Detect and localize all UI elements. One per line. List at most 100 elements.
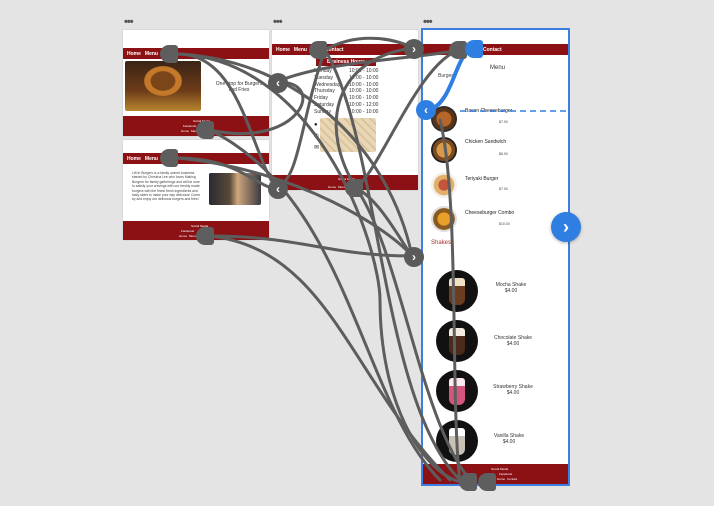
navbar: Home Menu	[123, 48, 269, 59]
shake-price: $4.00	[506, 341, 520, 347]
connector-handle[interactable]	[309, 41, 327, 59]
day: Tuesday	[314, 74, 333, 81]
navbar: Home Menu Contact	[272, 44, 418, 55]
connector-handle[interactable]	[345, 179, 363, 197]
item-name: Bacon Cheeseburger	[465, 108, 513, 114]
time: 10:00 - 10:00	[349, 74, 379, 81]
footer-facebook[interactable]: Facebook	[183, 124, 196, 128]
day: Friday	[314, 95, 328, 102]
day: Sunday	[314, 108, 331, 115]
nav-menu[interactable]: Menu	[145, 51, 158, 57]
item-price: $7.00	[499, 187, 508, 191]
nav-home[interactable]: Home	[127, 156, 141, 162]
wire	[208, 234, 452, 482]
nav-contact[interactable]: Contact	[325, 47, 344, 53]
hours-banner: Business Hours	[316, 58, 376, 66]
menu-item[interactable]: Bacon Cheeseburger $7.00	[423, 106, 568, 134]
strawberry-shake-image	[436, 370, 478, 412]
hours-days: Monday Tuesday Wednesday Thursday Friday…	[314, 68, 340, 116]
artboard-handle-home[interactable]: •••	[124, 17, 134, 28]
day: Thursday	[314, 88, 335, 95]
item-name: Chicken Sandwich	[465, 139, 507, 145]
artboard-home[interactable]: Home Menu One stop for Burgers and Fries…	[123, 30, 269, 136]
time: 10:00 - 10:00	[349, 68, 379, 74]
shake-item[interactable]: Mocha Shake $4.00	[423, 268, 568, 314]
shake-item[interactable]: Strawberry Shake $4.00	[423, 368, 568, 414]
artboard-about[interactable]: Home Menu Lift In Burgers is a family ow…	[123, 140, 269, 240]
shake-price: $4.00	[506, 390, 520, 396]
artboard-contact[interactable]: Home Menu Contact Business Hours Monday …	[272, 30, 418, 190]
connector-handle[interactable]	[160, 45, 178, 63]
nav-contact[interactable]: Contact	[483, 47, 502, 53]
phone-icon: ✆	[314, 134, 320, 140]
cheeseburger-combo-image	[431, 206, 457, 232]
shake-item[interactable]: Chocolate Shake $4.00	[423, 318, 568, 364]
nav-home[interactable]: Home	[276, 47, 290, 53]
footer-contact[interactable]: Contact	[507, 477, 517, 481]
wire	[354, 186, 414, 258]
shake-price: $4.00	[504, 288, 518, 294]
time: 10:00 - 10:00	[349, 95, 379, 102]
item-name: Teriyaki Burger	[465, 176, 499, 182]
tagline: One stop for Burgers and Fries	[215, 81, 263, 93]
mocha-shake-image	[436, 270, 478, 312]
chevron-right-icon[interactable]: ›	[404, 247, 424, 267]
mail-icon: ✉	[314, 145, 320, 151]
connector-handle[interactable]	[196, 121, 214, 139]
hours-times: 10:00 - 10:00 10:00 - 10:00 10:00 - 10:0…	[349, 68, 378, 116]
menu-item[interactable]: Cheeseburger Combo $10.00	[423, 206, 568, 234]
artboard-handle-contact[interactable]: •••	[273, 17, 283, 28]
shake-price: $4.00	[502, 439, 516, 445]
connector-handle[interactable]	[478, 473, 496, 491]
connector-handle[interactable]	[160, 149, 178, 167]
teriyaki-burger-image	[431, 172, 457, 198]
time: 10:00 - 10:00	[349, 108, 379, 115]
map-image	[320, 118, 376, 152]
kitchen-image	[209, 173, 261, 205]
chevron-right-icon[interactable]: ›	[404, 39, 424, 59]
chevron-right-icon[interactable]: ›	[551, 212, 581, 242]
day: Monday	[314, 68, 332, 74]
navbar: Contact	[423, 44, 568, 55]
shake-item[interactable]: Vanilla Shake $4.00	[423, 418, 568, 464]
chevron-left-icon[interactable]: ‹	[268, 73, 288, 93]
connector-handle[interactable]	[459, 473, 477, 491]
time: 10:00 - 12:00	[349, 101, 379, 108]
item-price: $6.00	[499, 152, 508, 156]
footer-facebook[interactable]: Facebook	[181, 229, 194, 233]
about-text: Lift In Burgers is a family owned busine…	[132, 171, 201, 202]
artboard-handle-menu[interactable]: •••	[423, 17, 433, 28]
chevron-left-icon[interactable]: ‹	[416, 100, 436, 120]
menu-item[interactable]: Chicken Sandwich $6.00	[423, 137, 568, 165]
location-icon: ●	[314, 122, 318, 128]
nav-menu[interactable]: Menu	[145, 156, 158, 162]
footer-social: Social Media	[491, 467, 509, 471]
chevron-left-icon[interactable]: ‹	[268, 179, 288, 199]
contact-info: ● ✆ ✉	[312, 118, 376, 154]
item-price: $10.00	[499, 222, 510, 226]
footer-home[interactable]: Home	[179, 234, 187, 238]
section-burgers: Burgers	[438, 73, 456, 79]
nav-menu[interactable]: Menu	[294, 47, 307, 53]
artboard-menu[interactable]: Contact Menu Burgers Bacon Cheeseburger …	[421, 28, 570, 486]
menu-item[interactable]: Teriyaki Burger $7.00	[423, 172, 568, 200]
footer-home[interactable]: Home	[497, 477, 505, 481]
item-price: $7.00	[499, 120, 508, 124]
footer-home[interactable]: Home	[181, 129, 189, 133]
connector-handle[interactable]	[196, 227, 214, 245]
menu-title: Menu	[490, 65, 506, 71]
connector-handle-selected[interactable]	[465, 40, 483, 58]
navbar: Home Menu	[123, 153, 269, 164]
footer-facebook[interactable]: Facebook	[499, 472, 512, 476]
day: Wednesday	[314, 81, 341, 88]
chocolate-shake-image	[436, 320, 478, 362]
time: 10:00 - 10:00	[349, 81, 379, 88]
footer-home[interactable]: Home	[328, 185, 336, 189]
section-shakes: Shakes	[431, 240, 452, 246]
chicken-sandwich-image	[431, 137, 457, 163]
nav-home[interactable]: Home	[127, 51, 141, 57]
time: 10:00 - 10:00	[349, 88, 379, 95]
vanilla-shake-image	[436, 420, 478, 462]
item-name: Cheeseburger Combo	[465, 210, 515, 216]
hero-burger-image	[125, 61, 201, 111]
